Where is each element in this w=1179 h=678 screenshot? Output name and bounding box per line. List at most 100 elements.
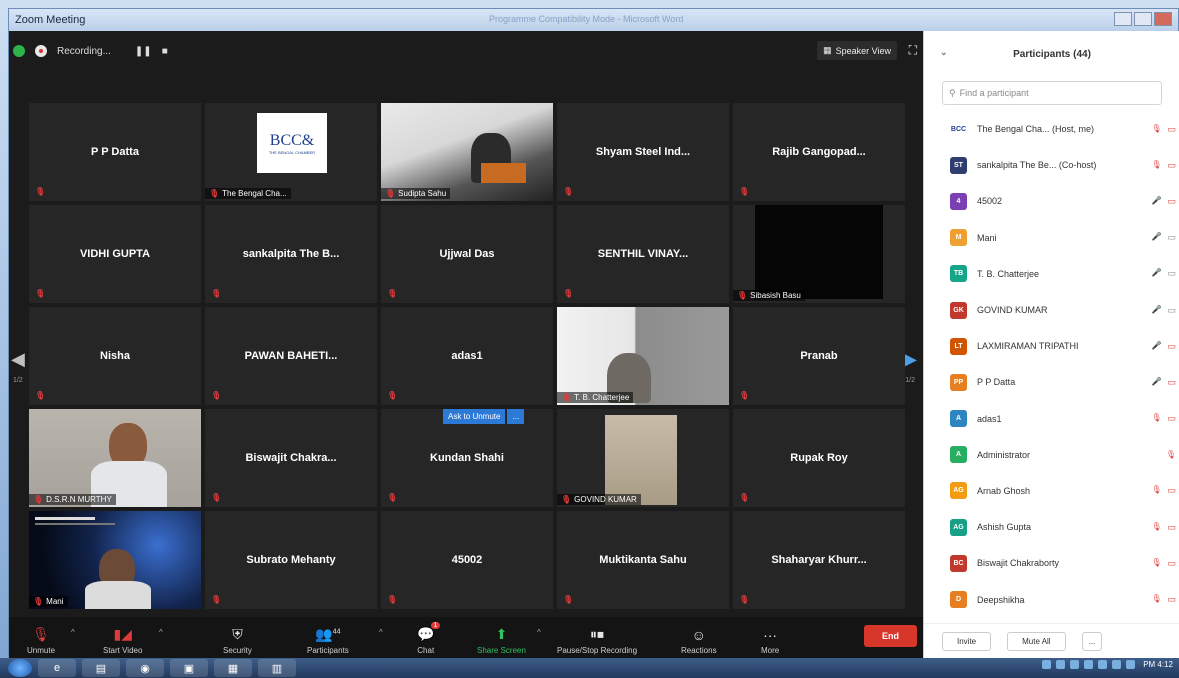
mic-muted-icon[interactable]: 🎙 [1151, 558, 1161, 569]
fullscreen-icon[interactable]: ⛶ [909, 43, 917, 58]
video-tile[interactable]: 45002 🎙 [381, 511, 553, 609]
more-button[interactable]: ··· More [761, 627, 779, 655]
stop-recording-button[interactable]: ■ [162, 46, 168, 57]
video-off-icon[interactable]: ▭ [1167, 124, 1176, 135]
participant-row[interactable]: AG Arnab Ghosh 🎙 ▭ [924, 473, 1179, 509]
video-tile[interactable]: Subrato Mehanty 🎙 [205, 511, 377, 609]
participant-row[interactable]: TB T. B. Chatterjee 🎤 ▭ [924, 256, 1179, 292]
close-button[interactable] [1154, 12, 1172, 26]
video-off-icon[interactable]: ▭ [1167, 413, 1176, 424]
video-tile[interactable]: 🎙 Sibasish Basu [733, 205, 905, 303]
participants-caret-icon[interactable]: ^ [379, 628, 383, 637]
reactions-button[interactable]: ☺ Reactions [681, 627, 717, 655]
next-page-arrow-icon[interactable]: ▶ [903, 349, 917, 370]
video-off-icon[interactable]: ▭ [1167, 377, 1176, 388]
participant-row[interactable]: 4 45002 🎤 ▭ [924, 183, 1179, 219]
video-icon[interactable]: ▭ [1167, 305, 1176, 316]
ie-task-icon[interactable]: e [38, 659, 76, 677]
collapse-chevron-icon[interactable]: ⌄ [940, 47, 948, 58]
participant-row[interactable]: M Mani 🎤 ▭ [924, 220, 1179, 256]
video-off-icon[interactable]: ▭ [1167, 160, 1176, 171]
mic-icon[interactable]: 🎤 [1152, 341, 1162, 352]
video-tile[interactable]: Biswajit Chakra... 🎙 [205, 409, 377, 507]
audio-options-caret-icon[interactable]: ^ [71, 628, 75, 637]
zoom-task-icon[interactable]: ▣ [170, 659, 208, 677]
panel-more-button[interactable]: ... [1081, 632, 1103, 651]
participant-row[interactable]: AG Ashish Gupta 🎙 ▭ [924, 509, 1179, 545]
end-meeting-button[interactable]: End [864, 625, 917, 647]
mute-all-button[interactable]: Mute All [1007, 632, 1066, 651]
participant-row[interactable]: BCC The Bengal Cha... (Host, me) 🎙 ▭ [924, 111, 1179, 147]
video-tile[interactable]: Pranab 🎙 [733, 307, 905, 405]
security-shield-icon[interactable] [13, 45, 25, 57]
mic-icon[interactable]: 🎤 [1152, 268, 1162, 279]
speaker-view-button[interactable]: ▦ Speaker View [817, 41, 897, 60]
video-tile[interactable]: VIDHI GUPTA 🎙 [29, 205, 201, 303]
video-tile[interactable]: Nisha 🎙 [29, 307, 201, 405]
participant-row[interactable]: ST sankalpita The Be... (Co-host) 🎙 ▭ [924, 147, 1179, 183]
mic-icon[interactable]: 🎤 [1152, 196, 1162, 207]
video-tile[interactable]: Rajib Gangopad... 🎙 [733, 103, 905, 201]
video-tile[interactable]: Shyam Steel Ind... 🎙 [557, 103, 729, 201]
mic-muted-icon[interactable]: 🎙 [1151, 413, 1161, 424]
tile-more-button[interactable]: ... [507, 409, 525, 424]
participants-button[interactable]: 👥44 Participants [307, 626, 349, 655]
video-icon[interactable]: ▭ [1167, 268, 1176, 279]
share-options-caret-icon[interactable]: ^ [537, 628, 541, 637]
video-tile[interactable]: 🎙 Mani [29, 511, 201, 609]
video-tile[interactable]: sankalpita The B... 🎙 [205, 205, 377, 303]
video-off-icon[interactable]: ▭ [1167, 558, 1176, 569]
chat-button[interactable]: 💬 1 Chat [417, 622, 441, 655]
participant-row[interactable]: BC Biswajit Chakraborty 🎙 ▭ [924, 545, 1179, 581]
mic-icon[interactable]: 🎤 [1152, 377, 1162, 388]
participant-row[interactable]: PP P P Datta 🎤 ▭ [924, 364, 1179, 400]
video-tile[interactable]: 🎙 Sudipta Sahu [381, 103, 553, 201]
participant-row[interactable]: LT LAXMIRAMAN TRIPATHI 🎤 ▭ [924, 328, 1179, 364]
participant-row[interactable]: GK GOVIND KUMAR 🎤 ▭ [924, 292, 1179, 328]
folder-task-icon[interactable]: ▤ [82, 659, 120, 677]
share-screen-button[interactable]: ⬆ Share Screen [477, 626, 526, 655]
video-options-caret-icon[interactable]: ^ [159, 628, 163, 637]
video-tile[interactable]: BCC& THE BENGAL CHAMBER 🎙 The Bengal Cha... [205, 103, 377, 201]
pause-recording-button[interactable]: ❚❚ [135, 46, 152, 57]
security-button[interactable]: ⛨ Security [223, 626, 252, 655]
video-off-icon[interactable]: ▭ [1167, 341, 1176, 352]
participant-row[interactable]: D Deepshikha 🎙 ▭ [924, 581, 1179, 617]
video-tile[interactable]: PAWAN BAHETI... 🎙 [205, 307, 377, 405]
video-tile[interactable]: 🎙 GOVIND KUMAR [557, 409, 729, 507]
chrome-task-icon[interactable]: ◉ [126, 659, 164, 677]
mic-muted-icon[interactable]: 🎙 [1166, 450, 1176, 459]
video-tile[interactable]: Rupak Roy 🎙 [733, 409, 905, 507]
previous-page-arrow-icon[interactable]: ◀ [11, 349, 25, 370]
unmute-button[interactable]: 🎙 Unmute [27, 626, 55, 655]
video-tile[interactable]: Shaharyar Khurr... 🎙 [733, 511, 905, 609]
maximize-button[interactable] [1134, 12, 1152, 26]
video-tile[interactable]: Ujjwal Das 🎙 [381, 205, 553, 303]
video-off-icon[interactable]: ▭ [1167, 594, 1176, 605]
invite-button[interactable]: Invite [942, 632, 992, 651]
mic-icon[interactable]: 🎤 [1152, 305, 1162, 316]
mic-muted-icon[interactable]: 🎙 [1151, 594, 1161, 605]
video-icon[interactable]: ▭ [1167, 232, 1176, 243]
participant-search-input[interactable]: ⚲ Find a participant [942, 81, 1162, 105]
video-tile[interactable]: adas1 🎙 [381, 307, 553, 405]
ask-to-unmute-button[interactable]: Ask to Unmute [443, 409, 506, 424]
video-tile[interactable]: Muktikanta Sahu 🎙 [557, 511, 729, 609]
minimize-button[interactable] [1114, 12, 1132, 26]
pause-stop-recording-button[interactable]: ⏸⏹ Pause/Stop Recording [557, 626, 637, 655]
mic-icon[interactable]: 🎤 [1152, 232, 1162, 243]
participant-row[interactable]: A Administrator 🎙 [924, 437, 1179, 473]
video-tile[interactable]: P P Datta 🎙 [29, 103, 201, 201]
mic-muted-icon[interactable]: 🎙 [1151, 485, 1161, 496]
mic-muted-icon[interactable]: 🎙 [1151, 522, 1161, 533]
video-off-icon[interactable]: ▭ [1167, 196, 1176, 207]
video-tile[interactable]: 🎙 D.S.R.N MURTHY [29, 409, 201, 507]
video-tile[interactable]: SENTHIL VINAY... 🎙 [557, 205, 729, 303]
video-tile[interactable]: 🎙 T. B. Chatterjee [557, 307, 729, 405]
word-task-icon[interactable]: ▥ [258, 659, 296, 677]
participant-row[interactable]: Aadas1 🎙 ▭ [924, 401, 1179, 437]
video-off-icon[interactable]: ▭ [1167, 522, 1176, 533]
start-video-button[interactable]: ▮◢ Start Video [103, 626, 142, 655]
start-button[interactable] [8, 659, 32, 677]
excel-task-icon[interactable]: ▦ [214, 659, 252, 677]
